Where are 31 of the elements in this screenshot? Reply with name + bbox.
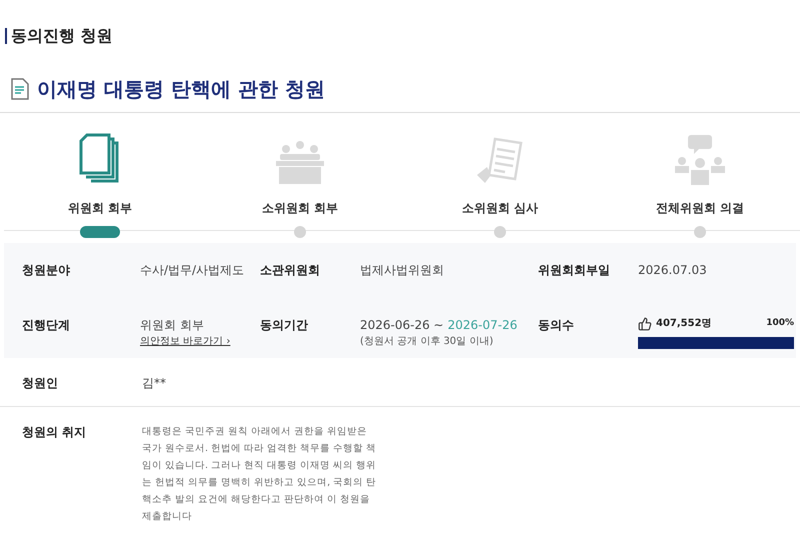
field-value: 수사/법무/사법제도 [140,262,246,279]
petitioner-name: 김** [142,375,166,392]
document-icon [11,78,29,100]
period-note: (청원서 공개 이후 30일 이내) [360,335,494,349]
discussion-icon [674,135,726,185]
period-end: 2026-07-26 [448,317,518,334]
step-label: 소위원회 심사 [462,200,538,217]
period-start: 2026-06-26 ~ [360,317,444,334]
field-value: 법제사법위원회 [360,262,445,279]
field-label: 청원분야 [22,262,71,279]
field-label: 동의기간 [260,317,309,334]
bill-info-link[interactable]: 의안정보 바로가기 › [140,334,260,349]
agree-count: 407,552명 [656,317,712,331]
step-label: 위원회 회부 [68,200,132,217]
agree-percent: 100% [766,316,794,330]
purpose-text: 대통령은 국민주권 원칙 아래에서 권한을 위임받은 국가 원수로서. 헌법에 따라 엄격한 책무를 수행할 책임이 있습니다. 그러나 현직 대통령 이재명 씨의 행위는 헌법적 의무를 명백히 위반하고 있으며, 국회의 탄핵소추 발의 요건에 해당한다고 판단하여 이 청원을 제출합니다 [142,425,378,524]
field-label: 동의수 [538,317,575,334]
step-label: 전체위원회 의결 [656,200,744,217]
petition-title: 이재명 대통령 탄핵에 관한 청원 [37,76,325,103]
field-label: 청원인 [22,375,59,392]
field-label: 위원회회부일 [538,262,611,279]
thumbs-up-icon [638,316,652,330]
document-review-icon [475,135,525,185]
field-value: 2026.07.03 [638,262,708,279]
section-title: 동의진행 청원 [11,25,113,47]
meeting-icon [274,139,326,185]
field-label: 소관위원회 [260,262,321,279]
field-label: 진행단계 [22,317,71,334]
field-value: 위원회 회부 [140,317,205,334]
step-label: 소위원회 회부 [262,200,338,217]
field-label: 청원의 취지 [22,424,88,441]
